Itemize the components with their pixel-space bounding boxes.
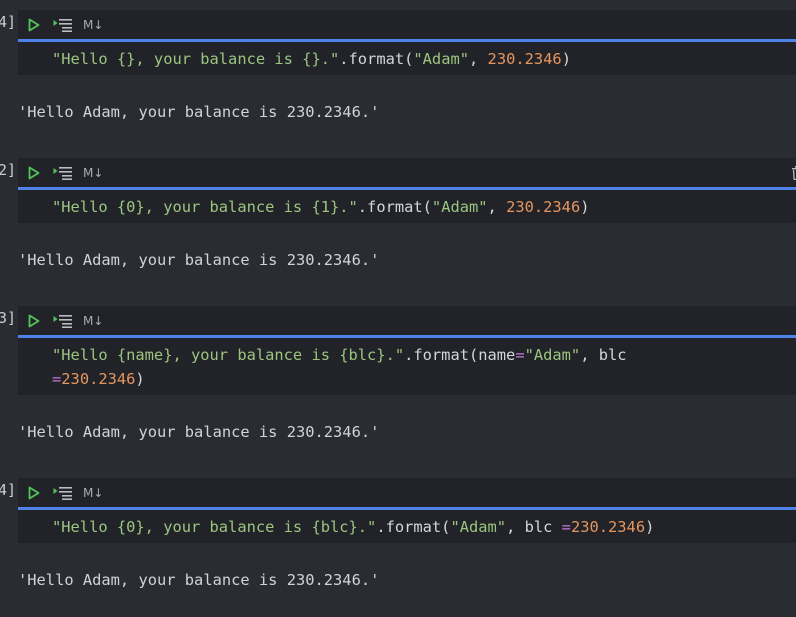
execution-count: 2] <box>0 161 17 179</box>
code-editor[interactable]: "Hello {name}, your balance is {blc}.".f… <box>18 338 796 395</box>
markdown-toggle-button[interactable]: M↓ <box>83 311 103 331</box>
cell-output: 'Hello Adam, your balance is 230.2346.' <box>18 103 380 121</box>
notebook-cell-2[interactable]: 2] M↓ "Hello {0}, your balance is {1}.".… <box>0 158 796 293</box>
cell-toolbar: M↓ <box>18 10 796 42</box>
notebook: 4] M↓ "Hello {}, your balance is {}.".fo… <box>0 0 796 617</box>
run-by-line-icon <box>53 314 72 328</box>
code-text: , <box>469 50 488 68</box>
run-by-line-icon <box>53 166 72 180</box>
play-icon <box>28 166 40 179</box>
code-string: "Hello {0}, your balance is {blc}." <box>52 518 377 536</box>
code-number: 230.2346 <box>506 198 581 216</box>
code-editor[interactable]: "Hello {0}, your balance is {blc}.".form… <box>18 510 796 543</box>
code-text: ) <box>580 198 590 216</box>
code-number: 230.2346 <box>487 50 562 68</box>
code-text: .format( <box>357 198 432 216</box>
trash-icon <box>792 166 796 181</box>
code-line: "Hello {name}, your balance is {blc}.".f… <box>52 343 796 367</box>
execution-count: 4] <box>0 481 17 499</box>
run-by-line-icon <box>53 486 72 500</box>
code-text: .format( <box>376 518 451 536</box>
code-string: "Adam" <box>450 518 507 536</box>
code-text: ) <box>135 370 145 388</box>
delete-cell-button[interactable] <box>792 165 796 181</box>
notebook-cell-4[interactable]: 4] M↓ "Hello {0}, your balance is {blc}.… <box>0 478 796 613</box>
play-icon <box>28 18 40 31</box>
code-line: =230.2346) <box>52 367 796 391</box>
play-icon <box>28 486 40 499</box>
code-text: .format( <box>339 50 414 68</box>
cell-toolbar: M↓ <box>18 158 796 190</box>
code-operator: = <box>52 370 62 388</box>
run-by-line-button[interactable] <box>52 311 74 331</box>
code-editor[interactable]: "Hello {}, your balance is {}.".format("… <box>18 42 796 75</box>
code-text: ) <box>561 50 571 68</box>
code-text: , blc <box>580 346 627 364</box>
code-text: , <box>487 198 507 216</box>
cell-toolbar: M↓ <box>18 478 796 510</box>
run-by-line-button[interactable] <box>52 15 74 35</box>
run-by-line-button[interactable] <box>52 163 74 183</box>
notebook-cell-3[interactable]: 3] M↓ "Hello {name}, your balance is {bl… <box>0 306 796 466</box>
code-string: "Adam" <box>413 50 469 68</box>
notebook-cell-1[interactable]: 4] M↓ "Hello {}, your balance is {}.".fo… <box>0 10 796 145</box>
run-by-line-icon <box>53 18 72 32</box>
code-string: "Adam" <box>524 346 581 364</box>
code-operator: = <box>561 518 571 536</box>
cell-output: 'Hello Adam, your balance is 230.2346.' <box>18 251 380 269</box>
run-cell-button[interactable] <box>27 311 41 331</box>
markdown-toggle-button[interactable]: M↓ <box>83 483 103 503</box>
code-string: "Hello {name}, your balance is {blc}." <box>52 346 405 364</box>
cell-output: 'Hello Adam, your balance is 230.2346.' <box>18 423 380 441</box>
cell-toolbar: M↓ <box>18 306 796 338</box>
code-operator: = <box>515 346 525 364</box>
code-number: 230.2346 <box>61 370 136 388</box>
execution-count: 4] <box>0 13 17 31</box>
code-text: ) <box>645 518 655 536</box>
run-by-line-button[interactable] <box>52 483 74 503</box>
code-text: , blc <box>506 518 562 536</box>
code-string: "Hello {0}, your balance is {1}." <box>52 198 358 216</box>
cell-output: 'Hello Adam, your balance is 230.2346.' <box>18 571 380 589</box>
run-cell-button[interactable] <box>27 15 41 35</box>
code-text: .format(name <box>404 346 516 364</box>
run-cell-button[interactable] <box>27 483 41 503</box>
execution-count: 3] <box>0 309 17 327</box>
markdown-toggle-button[interactable]: M↓ <box>83 163 103 183</box>
code-editor[interactable]: "Hello {0}, your balance is {1}.".format… <box>18 190 796 223</box>
run-cell-button[interactable] <box>27 163 41 183</box>
code-number: 230.2346 <box>570 518 646 536</box>
play-icon <box>28 314 40 327</box>
code-string: "Adam" <box>431 198 488 216</box>
markdown-toggle-button[interactable]: M↓ <box>83 15 103 35</box>
code-string: "Hello {}, your balance is {}." <box>52 50 340 68</box>
